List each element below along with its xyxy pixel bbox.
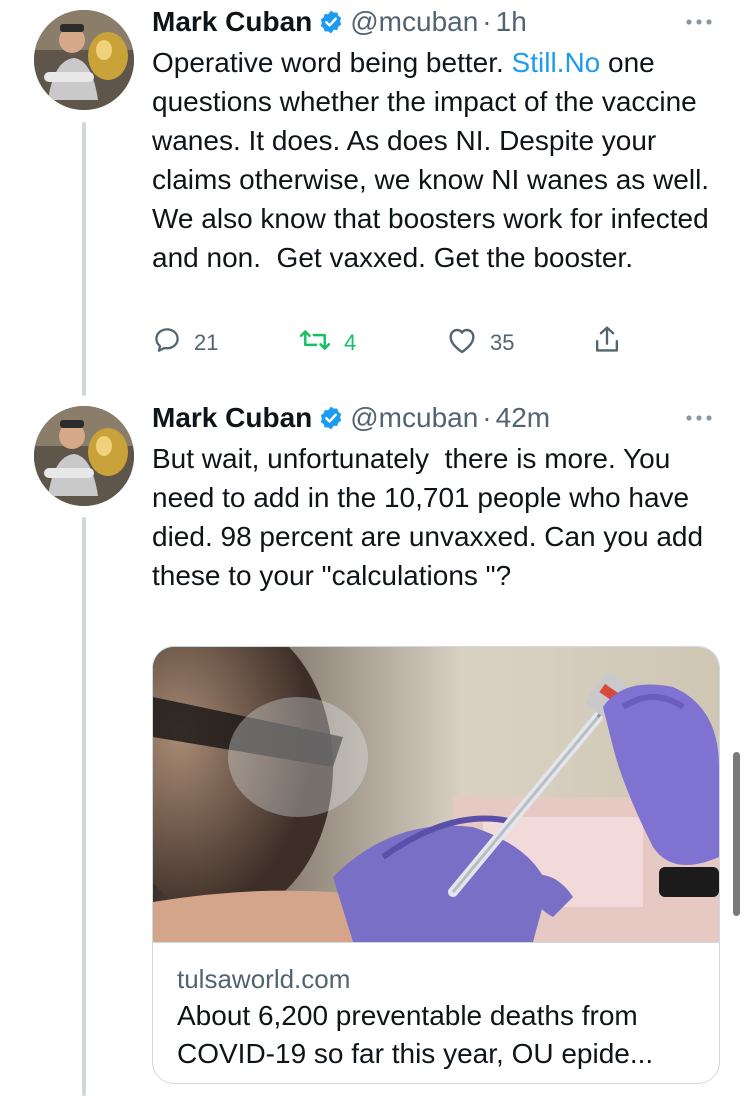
link-card[interactable]: tulsaworld.com About 6,200 preventable d… [152, 646, 720, 1084]
avatar[interactable] [34, 406, 134, 506]
card-image [153, 647, 719, 942]
scrollbar[interactable] [733, 752, 740, 916]
like-button[interactable]: 35 [446, 323, 514, 363]
reply-count: 21 [194, 330, 219, 355]
author-handle[interactable]: @mcuban [350, 402, 478, 434]
more-icon[interactable] [682, 408, 716, 428]
timestamp[interactable]: 42m [496, 402, 550, 434]
tweet-actions: 21 4 35 [152, 323, 652, 363]
verified-badge-icon [318, 9, 344, 35]
more-icon[interactable] [682, 12, 716, 32]
card-meta: tulsaworld.com About 6,200 preventable d… [153, 942, 719, 1083]
tweet-text: Operative word being better. Still.No on… [152, 43, 724, 277]
reply-button[interactable]: 21 [152, 323, 218, 363]
retweet-icon [298, 325, 332, 361]
retweet-count: 4 [344, 330, 357, 355]
separator: · [482, 402, 492, 433]
tweet-link[interactable]: Still.No [512, 47, 601, 78]
author-handle[interactable]: @mcuban [350, 6, 478, 38]
timestamp[interactable]: 1h [496, 6, 527, 38]
share-icon [592, 324, 622, 362]
tweet[interactable]: Mark Cuban @mcuban · 1h Operative word b… [0, 0, 750, 396]
card-domain: tulsaworld.com [177, 964, 351, 994]
author-name[interactable]: Mark Cuban [152, 6, 312, 38]
like-count: 35 [490, 330, 515, 355]
tweet-text-part: one questions whether the impact of the … [152, 47, 717, 273]
tweet[interactable]: Mark Cuban @mcuban · 42m But wait, unfor… [0, 396, 750, 1096]
heart-icon [446, 325, 478, 361]
card-title-line: About 6,200 preventable deaths from [177, 1000, 638, 1031]
tweet-text-part: Operative word being better. [152, 47, 512, 78]
separator: · [482, 6, 492, 37]
avatar[interactable] [34, 10, 134, 110]
verified-badge-icon [318, 405, 344, 431]
author-name[interactable]: Mark Cuban [152, 402, 312, 434]
share-button[interactable] [592, 323, 622, 363]
tweet-header: Mark Cuban @mcuban · 42m [152, 398, 550, 438]
tweet-header: Mark Cuban @mcuban · 1h [152, 2, 527, 42]
retweet-button[interactable]: 4 [298, 323, 356, 363]
reply-icon [152, 325, 182, 361]
tweet-text: But wait, unfortunately there is more. Y… [152, 443, 711, 591]
card-title-line: COVID-19 so far this year, OU epide... [177, 1038, 654, 1069]
